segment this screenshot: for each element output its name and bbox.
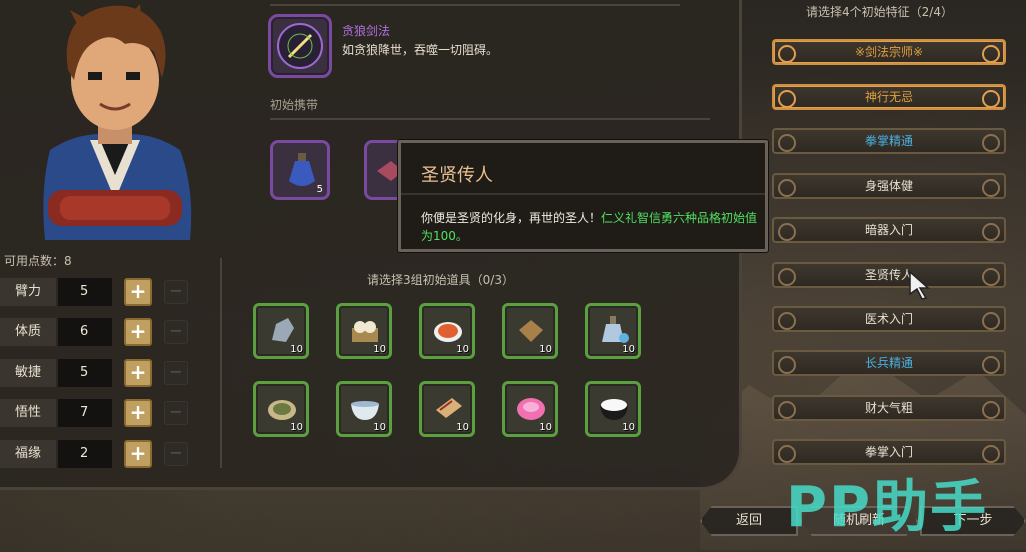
- tooltip-text: 你便是圣贤的化身，再世的圣人！: [421, 211, 602, 225]
- item-slot[interactable]: 10: [253, 381, 309, 437]
- book-icon: [436, 398, 462, 418]
- increase-button[interactable]: +: [124, 318, 152, 346]
- attribute-value: 2: [58, 440, 112, 468]
- item-slot[interactable]: 10: [336, 381, 392, 437]
- trait-option[interactable]: 拳掌精通: [772, 128, 1006, 154]
- carry-item-slot[interactable]: 5: [270, 140, 330, 200]
- section-divider: [220, 258, 222, 468]
- item-slot[interactable]: 10: [502, 303, 558, 359]
- attribute-row: 敏捷 5 + −: [0, 359, 200, 387]
- watermark-logo: PP助手: [786, 475, 989, 540]
- trait-tooltip: 圣贤传人 你便是圣贤的化身，再世的圣人！仁义礼智信勇六种品格初始值为100。: [398, 140, 768, 252]
- top-divider: [270, 4, 680, 6]
- stone-icon: [272, 318, 294, 342]
- attribute-row: 臂力 5 + −: [0, 278, 200, 306]
- attribute-row: 悟性 7 + −: [0, 399, 200, 427]
- item-count: 10: [539, 344, 552, 355]
- item-count: 10: [456, 344, 469, 355]
- item-count: 5: [316, 184, 323, 195]
- item-count: 10: [456, 422, 469, 433]
- item-count: 10: [622, 422, 635, 433]
- tooltip-title: 圣贤传人: [421, 165, 493, 186]
- item-slot[interactable]: 10: [502, 381, 558, 437]
- attribute-value: 6: [58, 318, 112, 346]
- skill-slot[interactable]: [268, 14, 332, 78]
- attribute-name: 悟性: [0, 399, 56, 427]
- attribute-row: 体质 6 + −: [0, 318, 200, 346]
- potion-bottle-icon: [289, 153, 315, 186]
- rice-bowl-icon: [600, 399, 628, 420]
- increase-button[interactable]: +: [124, 278, 152, 306]
- skill-name: 贪狼剑法: [342, 24, 391, 38]
- items-label: 请选择3组初始道具（0/3）: [367, 273, 514, 287]
- trait-option[interactable]: ※剑法宗师※: [772, 39, 1006, 65]
- traits-title: 请选择4个初始特征（2/4）: [806, 5, 953, 19]
- item-count: 10: [622, 344, 635, 355]
- attribute-name: 臂力: [0, 278, 56, 306]
- item-slot[interactable]: 10: [336, 303, 392, 359]
- decrease-button[interactable]: −: [164, 401, 188, 425]
- attribute-value: 7: [58, 399, 112, 427]
- trait-option[interactable]: 神行无忌: [772, 84, 1006, 110]
- decrease-button[interactable]: −: [164, 361, 188, 385]
- tea-plate-icon: [268, 400, 296, 420]
- wine-bottle-icon: [602, 316, 629, 343]
- dumplings-plate-icon: [434, 322, 462, 342]
- item-slot[interactable]: 10: [585, 381, 641, 437]
- trait-option[interactable]: 圣贤传人: [772, 262, 1006, 288]
- item-count: 10: [290, 344, 303, 355]
- decrease-button[interactable]: −: [164, 280, 188, 304]
- trait-option[interactable]: 长兵精通: [772, 350, 1006, 376]
- trait-option[interactable]: 医术入门: [772, 306, 1006, 332]
- cloth-package-icon: [519, 320, 543, 342]
- bowl-icon: [351, 401, 379, 420]
- carry-label: 初始携带: [270, 98, 319, 112]
- back-button[interactable]: 返回: [700, 506, 798, 536]
- tooltip-body: 你便是圣贤的化身，再世的圣人！仁义礼智信勇六种品格初始值为100。: [421, 209, 761, 245]
- mouse-cursor-icon: [909, 270, 930, 300]
- item-count: 10: [539, 422, 552, 433]
- pink-cake-icon: [517, 398, 545, 420]
- trait-option[interactable]: 财大气粗: [772, 395, 1006, 421]
- increase-button[interactable]: +: [124, 440, 152, 468]
- attribute-name: 福缘: [0, 440, 56, 468]
- trait-option[interactable]: 身强体健: [772, 173, 1006, 199]
- carry-divider: [270, 118, 710, 120]
- sword-skill-icon: [277, 23, 323, 69]
- item-count: 10: [373, 344, 386, 355]
- attribute-row: 福缘 2 + −: [0, 440, 200, 468]
- available-points: 可用点数：8: [4, 254, 72, 268]
- steamed-buns-icon: [352, 321, 378, 342]
- decrease-button[interactable]: −: [164, 442, 188, 466]
- attribute-value: 5: [58, 278, 112, 306]
- character-portrait: [43, 4, 192, 240]
- attribute-name: 体质: [0, 318, 56, 346]
- item-slot[interactable]: 10: [585, 303, 641, 359]
- trait-option[interactable]: 暗器入门: [772, 217, 1006, 243]
- item-count: 10: [290, 422, 303, 433]
- attribute-value: 5: [58, 359, 112, 387]
- item-slot[interactable]: 10: [253, 303, 309, 359]
- skill-description: 如贪狼降世，吞噬一切阻碍。: [342, 43, 499, 57]
- attribute-name: 敏捷: [0, 359, 56, 387]
- item-slot[interactable]: 10: [419, 381, 475, 437]
- decrease-button[interactable]: −: [164, 320, 188, 344]
- item-count: 10: [373, 422, 386, 433]
- tooltip-divider: [401, 193, 765, 195]
- increase-button[interactable]: +: [124, 359, 152, 387]
- item-slot[interactable]: 10: [419, 303, 475, 359]
- increase-button[interactable]: +: [124, 399, 152, 427]
